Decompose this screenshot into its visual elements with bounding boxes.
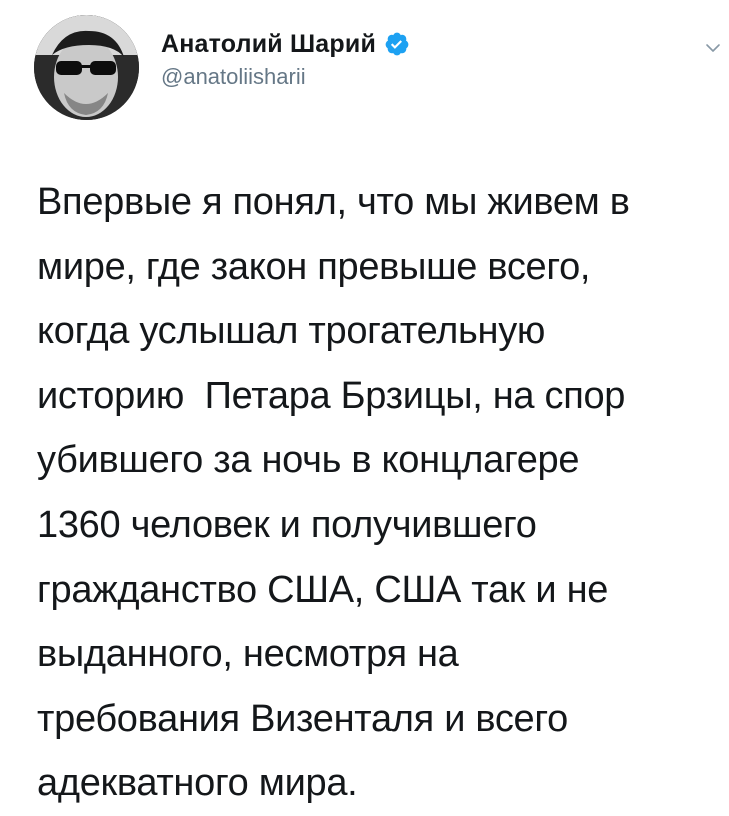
author-name-row: Анатолий Шарий — [161, 26, 410, 62]
verified-badge-icon — [384, 31, 410, 57]
avatar-image — [34, 15, 139, 120]
chevron-down-icon[interactable] — [703, 38, 723, 58]
user-handle[interactable]: @anatoliisharii — [161, 64, 410, 90]
tweet-card: Анатолий Шарий @anatoliisharii Впервые я… — [0, 0, 729, 807]
tweet-author[interactable]: Анатолий Шарий @anatoliisharii — [161, 26, 410, 90]
tweet-text: Впервые я понял, что мы живем в мире, гд… — [37, 181, 630, 805]
user-avatar[interactable] — [34, 15, 139, 120]
display-name[interactable]: Анатолий Шарий — [161, 30, 376, 59]
